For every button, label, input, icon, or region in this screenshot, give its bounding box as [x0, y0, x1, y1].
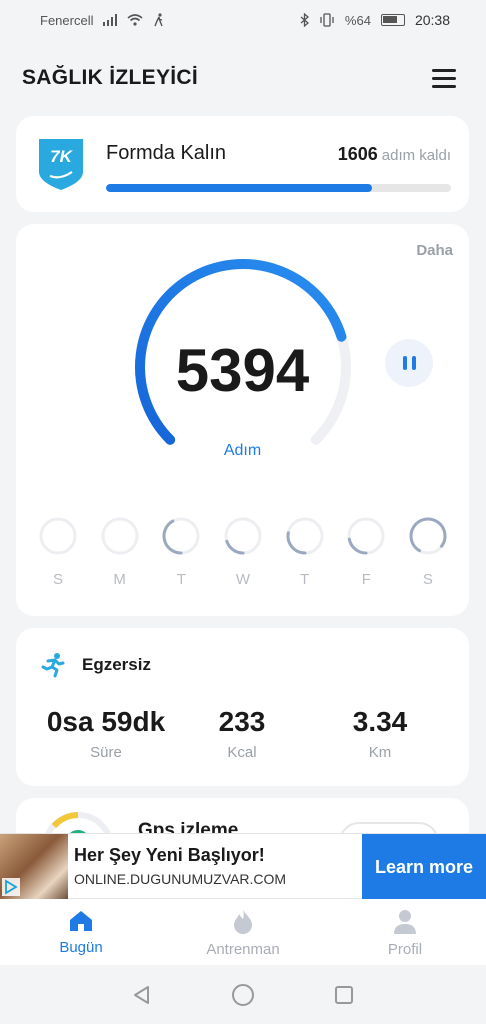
goal-remaining: 1606 adım kaldı: [338, 144, 451, 165]
stat-value: 3.34: [352, 706, 408, 737]
day-ring: [347, 517, 385, 555]
person-icon: [394, 910, 416, 934]
stat-label: Kcal: [227, 744, 257, 761]
home-circle-icon[interactable]: [231, 983, 255, 1007]
step-unit-label: Adım: [223, 442, 262, 459]
steps-card: Daha 5394 Adım S M T W T F S: [16, 224, 469, 616]
clock: 20:38: [414, 12, 450, 28]
stat-label: Süre: [90, 744, 122, 761]
day-label: M: [113, 571, 126, 588]
app-title: SAĞLIK İZLEYİCİ: [22, 66, 199, 89]
bottom-nav: Bugün Antrenman Profil: [0, 899, 486, 965]
stat-value: 0sa 59dk: [46, 706, 166, 737]
nav-label: Profil: [387, 941, 423, 958]
day-label: S: [52, 571, 63, 588]
stat-value: 233: [218, 706, 266, 737]
goal-remaining-value: 1606: [337, 144, 378, 164]
goal-card[interactable]: 7K Formda Kalın 1606 adım kaldı: [16, 116, 469, 212]
exercise-card[interactable]: Egzersiz 0sa 59dk Süre 233 Kcal 3.34 Km: [16, 628, 469, 786]
goal-remaining-label: adım kaldı: [381, 147, 451, 164]
stat-kcal: 233 Kcal: [192, 706, 292, 761]
goal-progress-bar: [106, 184, 451, 192]
bluetooth-icon: [300, 13, 309, 27]
day-label: F: [361, 571, 371, 588]
day-label: W: [235, 571, 251, 588]
nav-item-today[interactable]: Bugün: [0, 899, 162, 965]
ad-headline[interactable]: Her Şey Yeni Başlıyor!: [74, 845, 265, 866]
nav-item-profile[interactable]: Profil: [324, 899, 486, 965]
day-item[interactable]: S: [36, 516, 80, 588]
ad-cta-button[interactable]: Learn more: [362, 834, 486, 900]
battery-percent: %64: [344, 12, 371, 28]
flame-icon: [234, 910, 252, 934]
goal-progress-fill: [106, 184, 372, 192]
ad-url[interactable]: ONLINE.DUGUNUMUZVAR.COM: [74, 871, 286, 887]
nav-label: Antrenman: [206, 941, 280, 958]
exercise-header: Egzersiz: [40, 652, 151, 678]
running-person-icon: [41, 653, 65, 678]
day-item[interactable]: F: [344, 516, 388, 588]
goal-badge-text: 7K: [50, 147, 73, 166]
goal-badge-icon: 7K: [39, 139, 83, 190]
pause-button[interactable]: [385, 339, 433, 387]
day-ring: [39, 517, 77, 555]
pause-icon: [402, 356, 407, 370]
recents-icon[interactable]: [333, 984, 355, 1006]
day-label: S: [422, 571, 433, 588]
vibrate-icon: [320, 13, 334, 27]
battery-icon: [380, 14, 405, 26]
app-bar: SAĞLIK İZLEYİCİ: [0, 52, 486, 104]
wifi-icon: [127, 14, 143, 26]
more-link[interactable]: Daha: [416, 242, 453, 259]
back-icon[interactable]: [131, 984, 153, 1006]
home-icon: [70, 911, 92, 931]
ad-choices-icon[interactable]: [2, 878, 20, 896]
day-ring: [224, 517, 262, 555]
system-nav-bar: [0, 965, 486, 1024]
day-item[interactable]: W: [221, 516, 265, 588]
carrier-name: Fenercell: [40, 12, 94, 28]
day-label: T: [176, 571, 186, 588]
stat-label: Km: [368, 744, 392, 761]
hamburger-menu-icon[interactable]: [432, 68, 456, 88]
walking-icon: [154, 13, 164, 27]
nav-label: Bugün: [59, 939, 103, 956]
signal-icon: [103, 14, 118, 26]
weekly-days: S M T W T F S: [36, 516, 450, 588]
day-item[interactable]: S: [406, 516, 450, 588]
status-bar: Fenercell %64 20:38: [0, 0, 486, 40]
day-label: T: [300, 571, 310, 588]
day-ring: [409, 517, 447, 555]
stat-duration: 0sa 59dk Süre: [44, 706, 168, 761]
exercise-title: Egzersiz: [82, 655, 151, 674]
day-item[interactable]: T: [283, 516, 327, 588]
day-ring: [101, 517, 139, 555]
day-ring: [286, 517, 324, 555]
day-item[interactable]: T: [159, 516, 203, 588]
goal-title: Formda Kalın: [106, 142, 227, 164]
day-ring: [162, 517, 200, 555]
stat-km: 3.34 Km: [330, 706, 430, 761]
nav-item-training[interactable]: Antrenman: [162, 899, 324, 965]
ad-banner[interactable]: Her Şey Yeni Başlıyor! ONLINE.DUGUNUMUZV…: [0, 833, 486, 900]
day-item[interactable]: M: [98, 516, 142, 588]
